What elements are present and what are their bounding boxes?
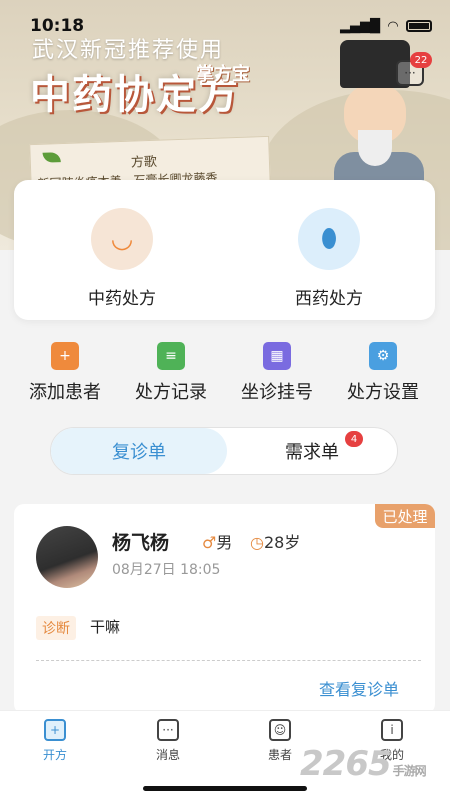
western-prescription-label: 西药处方	[295, 289, 363, 309]
prescription-settings-label: 处方设置	[347, 382, 419, 403]
western-prescription-button[interactable]: ⬮ 西药处方	[259, 208, 399, 309]
calendar-icon: ▦	[263, 342, 291, 370]
leaf-icon	[42, 152, 61, 163]
signal-icon: ▂▄▆█	[340, 18, 380, 34]
view-follow-up-link[interactable]: 查看复诊单	[319, 676, 399, 700]
tab-messages-label: 消息	[155, 748, 180, 762]
add-patient-icon: +	[51, 342, 79, 370]
status-badge: 已处理	[375, 504, 435, 528]
prescription-record-button[interactable]: ≡ 处方记录	[116, 342, 226, 404]
tab-prescribe[interactable]: + 开方	[15, 719, 95, 763]
profile-icon: i	[381, 719, 403, 741]
order-type-switch: 复诊单 需求单 4	[50, 427, 398, 475]
herbal-prescription-label: 中药处方	[88, 289, 156, 309]
prescribe-icon: +	[44, 719, 66, 741]
tab-prescribe-label: 开方	[42, 748, 67, 762]
patient-gender: ♂男	[202, 529, 232, 553]
status-bar: 10:18 ▂▄▆█ ◠	[30, 14, 432, 38]
order-time: 08月27日 18:05	[112, 562, 221, 578]
message-icon: ···	[157, 719, 179, 741]
tab-messages[interactable]: ··· 消息	[128, 719, 208, 763]
herbal-prescription-button[interactable]: ◡ 中药处方	[52, 208, 192, 309]
patient-age: ◷28岁	[250, 529, 300, 553]
clinic-registration-button[interactable]: ▦ 坐诊挂号	[222, 342, 332, 404]
status-time: 10:18	[30, 16, 85, 36]
age-text: 28岁	[263, 533, 301, 552]
prescription-card: ◡ 中药处方 ⬮ 西药处方	[14, 180, 435, 320]
add-patient-button[interactable]: + 添加患者	[10, 342, 120, 404]
add-patient-label: 添加患者	[29, 382, 101, 403]
diagnosis-label: 诊断	[36, 616, 76, 640]
tab-follow-up[interactable]: 复诊单	[51, 428, 227, 474]
male-icon: ♂	[202, 533, 217, 552]
settings-document-icon: ⚙	[369, 342, 397, 370]
clinic-registration-label: 坐诊挂号	[241, 382, 313, 403]
divider	[36, 660, 421, 661]
battery-icon	[406, 20, 432, 32]
gender-text: 男	[216, 533, 233, 552]
prescription-settings-button[interactable]: ⚙ 处方设置	[328, 342, 438, 404]
site-watermark: 2265 手游网	[300, 744, 427, 784]
patient-name: 杨飞杨	[112, 532, 170, 554]
diagnosis-text: 干嘛	[90, 618, 121, 636]
request-badge: 4	[345, 431, 363, 447]
order-card[interactable]: 已处理 杨飞杨 ♂男 ◷28岁 08月27日 18:05 诊断 干嘛 查看复诊单	[14, 504, 435, 714]
watermark-brand: 2265	[300, 744, 392, 784]
chat-bubble-icon: ···	[404, 66, 416, 80]
banner-tag: 掌方宝	[196, 64, 250, 85]
scroll-title: 方歌	[130, 154, 158, 171]
prescription-record-icon: ≡	[157, 342, 185, 370]
clock-icon: ◷	[250, 533, 264, 552]
avatar	[36, 526, 98, 588]
watermark-suffix: 手游网	[392, 764, 427, 778]
prescription-record-label: 处方记录	[135, 382, 207, 403]
home-indicator[interactable]	[143, 786, 307, 791]
herbal-bowl-icon: ◡	[91, 208, 153, 270]
messages-badge: 22	[410, 52, 432, 68]
patient-icon: ☺	[269, 719, 291, 741]
pill-capsule-icon: ⬮	[298, 208, 360, 270]
quick-tools: + 添加患者 ≡ 处方记录 ▦ 坐诊挂号 ⚙ 处方设置	[0, 342, 450, 404]
tab-request[interactable]: 需求单	[227, 428, 397, 474]
wifi-icon: ◠	[388, 18, 398, 34]
